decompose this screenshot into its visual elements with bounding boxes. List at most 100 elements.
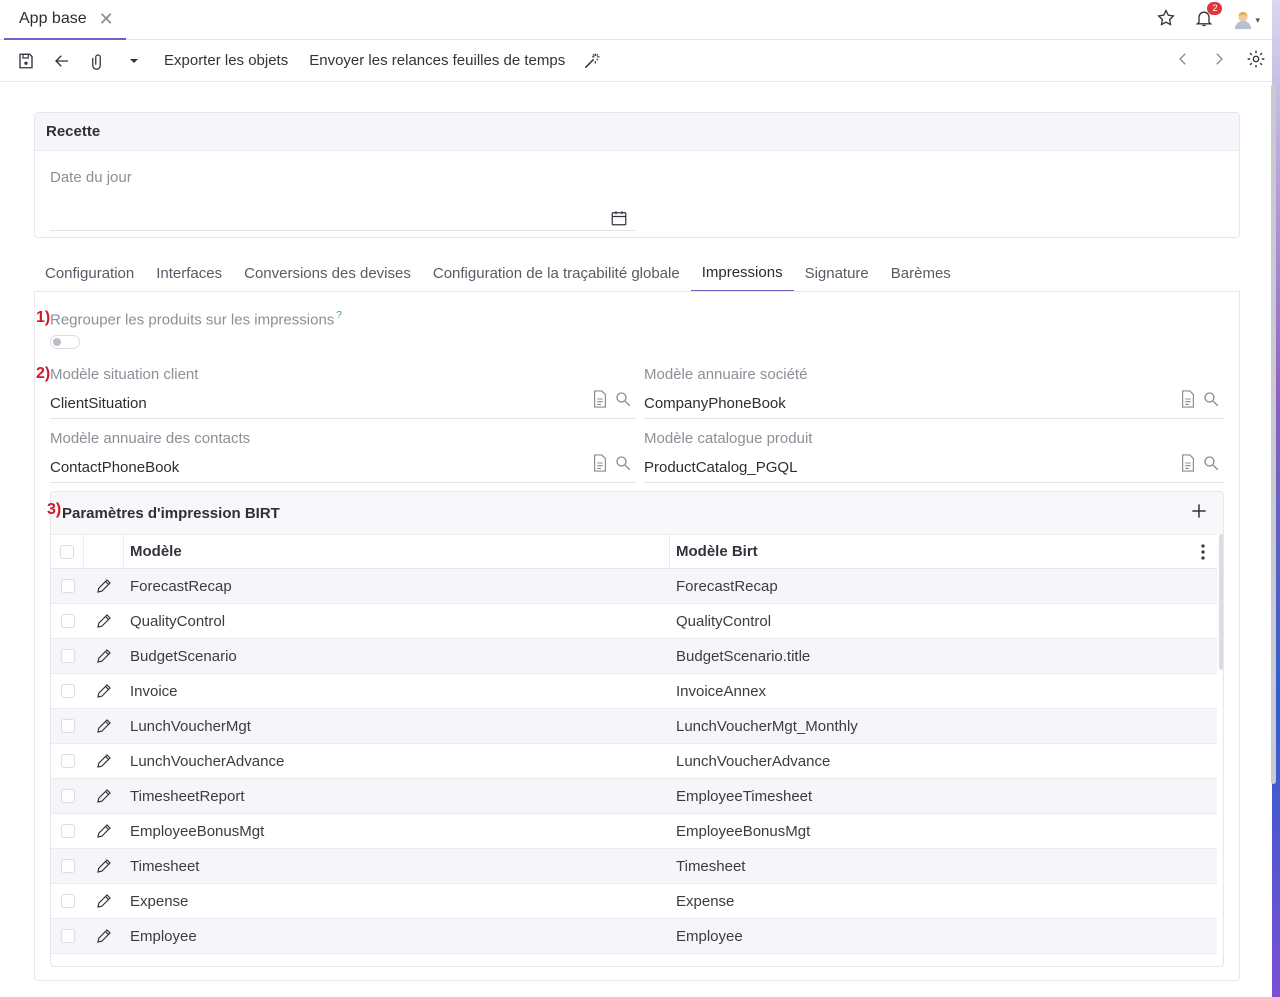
checkbox[interactable] bbox=[60, 824, 75, 838]
column-header-birt-model[interactable]: Modèle Birt bbox=[670, 535, 1217, 568]
cell-birt-model: InvoiceAnnex bbox=[676, 682, 767, 700]
company-phonebook-value[interactable]: CompanyPhoneBook bbox=[644, 395, 786, 412]
document-icon[interactable] bbox=[1180, 454, 1196, 477]
send-reminders-button[interactable]: Envoyer les relances feuilles de temps bbox=[309, 52, 565, 69]
product-catalog-value[interactable]: ProductCatalog_PGQL bbox=[644, 459, 797, 476]
table-row[interactable]: QualityControl QualityControl bbox=[51, 604, 1217, 639]
group-products-label: Regrouper les produits sur les impressio… bbox=[50, 311, 335, 329]
column-header-model[interactable]: Modèle bbox=[124, 535, 670, 568]
document-icon[interactable] bbox=[592, 454, 608, 477]
checkbox[interactable] bbox=[60, 579, 75, 593]
calendar-icon[interactable] bbox=[610, 209, 628, 232]
client-situation-label: Modèle situation client bbox=[50, 366, 199, 383]
row-checkbox[interactable] bbox=[51, 569, 84, 603]
magic-wand-icon[interactable] bbox=[574, 43, 610, 79]
back-arrow-icon[interactable] bbox=[44, 43, 80, 79]
page-scrollbar[interactable] bbox=[1271, 84, 1276, 784]
client-situation-value[interactable]: ClientSituation bbox=[50, 395, 147, 412]
edit-icon[interactable] bbox=[84, 709, 124, 743]
checkbox[interactable] bbox=[60, 719, 75, 733]
table-row[interactable]: EmployeeBonusMgt EmployeeBonusMgt bbox=[51, 814, 1217, 849]
search-icon[interactable] bbox=[614, 390, 632, 413]
column-menu-icon[interactable] bbox=[1201, 544, 1205, 564]
row-checkbox[interactable] bbox=[51, 814, 84, 848]
checkbox[interactable] bbox=[60, 649, 75, 663]
table-row[interactable]: Expense Expense bbox=[51, 884, 1217, 919]
edit-icon[interactable] bbox=[84, 814, 124, 848]
table-row[interactable]: LunchVoucherAdvance LunchVoucherAdvance bbox=[51, 744, 1217, 779]
checkbox[interactable] bbox=[60, 789, 75, 803]
tab-baremes[interactable]: Barèmes bbox=[880, 255, 962, 292]
grid-scrollbar[interactable] bbox=[1219, 534, 1223, 670]
group-products-label-wrap: Regrouper les produits sur les impressio… bbox=[50, 310, 342, 329]
row-checkbox[interactable] bbox=[51, 779, 84, 813]
edit-icon[interactable] bbox=[84, 744, 124, 778]
add-row-icon[interactable] bbox=[1189, 501, 1209, 525]
attachment-icon[interactable] bbox=[80, 43, 116, 79]
contact-phonebook-value[interactable]: ContactPhoneBook bbox=[50, 459, 179, 476]
edit-icon[interactable] bbox=[84, 604, 124, 638]
edit-icon[interactable] bbox=[84, 919, 124, 953]
edit-icon[interactable] bbox=[84, 884, 124, 918]
edit-icon[interactable] bbox=[84, 674, 124, 708]
table-row[interactable]: ForecastRecap ForecastRecap bbox=[51, 569, 1217, 604]
next-icon[interactable] bbox=[1210, 50, 1228, 73]
table-row[interactable]: Employee Employee bbox=[51, 919, 1217, 954]
tab-interfaces[interactable]: Interfaces bbox=[145, 255, 233, 292]
field-icons bbox=[1180, 454, 1220, 477]
edit-icon[interactable] bbox=[84, 849, 124, 883]
help-mark[interactable]: ? bbox=[336, 310, 342, 321]
close-icon[interactable]: ✕ bbox=[99, 10, 114, 28]
row-checkbox[interactable] bbox=[51, 709, 84, 743]
table-row[interactable]: TimesheetReport EmployeeTimesheet bbox=[51, 779, 1217, 814]
save-icon[interactable] bbox=[8, 43, 44, 79]
row-checkbox[interactable] bbox=[51, 744, 84, 778]
select-all-checkbox[interactable] bbox=[51, 535, 84, 568]
search-icon[interactable] bbox=[1202, 390, 1220, 413]
table-row[interactable]: Timesheet Timesheet bbox=[51, 849, 1217, 884]
row-checkbox[interactable] bbox=[51, 604, 84, 638]
checkbox[interactable] bbox=[60, 859, 75, 873]
table-row[interactable]: Invoice InvoiceAnnex bbox=[51, 674, 1217, 709]
star-icon[interactable] bbox=[1156, 8, 1176, 33]
checkbox[interactable] bbox=[60, 754, 75, 768]
gear-icon[interactable] bbox=[1246, 49, 1266, 74]
checkbox[interactable] bbox=[60, 544, 74, 559]
tab-currency-conversions[interactable]: Conversions des devises bbox=[233, 255, 422, 292]
tab-configuration[interactable]: Configuration bbox=[34, 255, 145, 292]
search-icon[interactable] bbox=[1202, 454, 1220, 477]
edit-icon[interactable] bbox=[84, 569, 124, 603]
table-row[interactable]: BudgetScenario BudgetScenario.title bbox=[51, 639, 1217, 674]
table-row[interactable]: LunchVoucherMgt LunchVoucherMgt_Monthly bbox=[51, 709, 1217, 744]
row-checkbox[interactable] bbox=[51, 884, 84, 918]
checkbox[interactable] bbox=[60, 929, 75, 943]
date-du-jour-field: Date du jour bbox=[50, 169, 636, 231]
cell-birt-model: LunchVoucherMgt_Monthly bbox=[676, 717, 858, 735]
field-underline bbox=[644, 418, 1224, 419]
row-checkbox[interactable] bbox=[51, 849, 84, 883]
date-input[interactable] bbox=[50, 201, 636, 231]
tab-signature[interactable]: Signature bbox=[794, 255, 880, 292]
checkbox[interactable] bbox=[60, 614, 75, 628]
group-products-toggle[interactable] bbox=[50, 335, 80, 349]
tab-traceability[interactable]: Configuration de la traçabilité globale bbox=[422, 255, 691, 292]
row-checkbox[interactable] bbox=[51, 674, 84, 708]
search-icon[interactable] bbox=[614, 454, 632, 477]
document-icon[interactable] bbox=[1180, 390, 1196, 413]
tab-impressions[interactable]: Impressions bbox=[690, 255, 794, 292]
document-icon[interactable] bbox=[592, 390, 608, 413]
export-objects-button[interactable]: Exporter les objets bbox=[164, 52, 288, 69]
edit-icon[interactable] bbox=[84, 639, 124, 673]
company-phonebook-label: Modèle annuaire société bbox=[644, 366, 808, 383]
bell-icon[interactable]: 2 bbox=[1194, 1, 1223, 33]
tab-app-base[interactable]: App base ✕ bbox=[4, 0, 126, 40]
chevron-down-icon[interactable] bbox=[116, 43, 152, 79]
edit-icon[interactable] bbox=[84, 779, 124, 813]
row-checkbox[interactable] bbox=[51, 639, 84, 673]
previous-icon[interactable] bbox=[1174, 50, 1192, 73]
field-icons bbox=[1180, 390, 1220, 413]
checkbox[interactable] bbox=[60, 684, 75, 698]
checkbox[interactable] bbox=[60, 894, 75, 908]
avatar[interactable]: ▾ bbox=[1232, 9, 1260, 31]
row-checkbox[interactable] bbox=[51, 919, 84, 953]
